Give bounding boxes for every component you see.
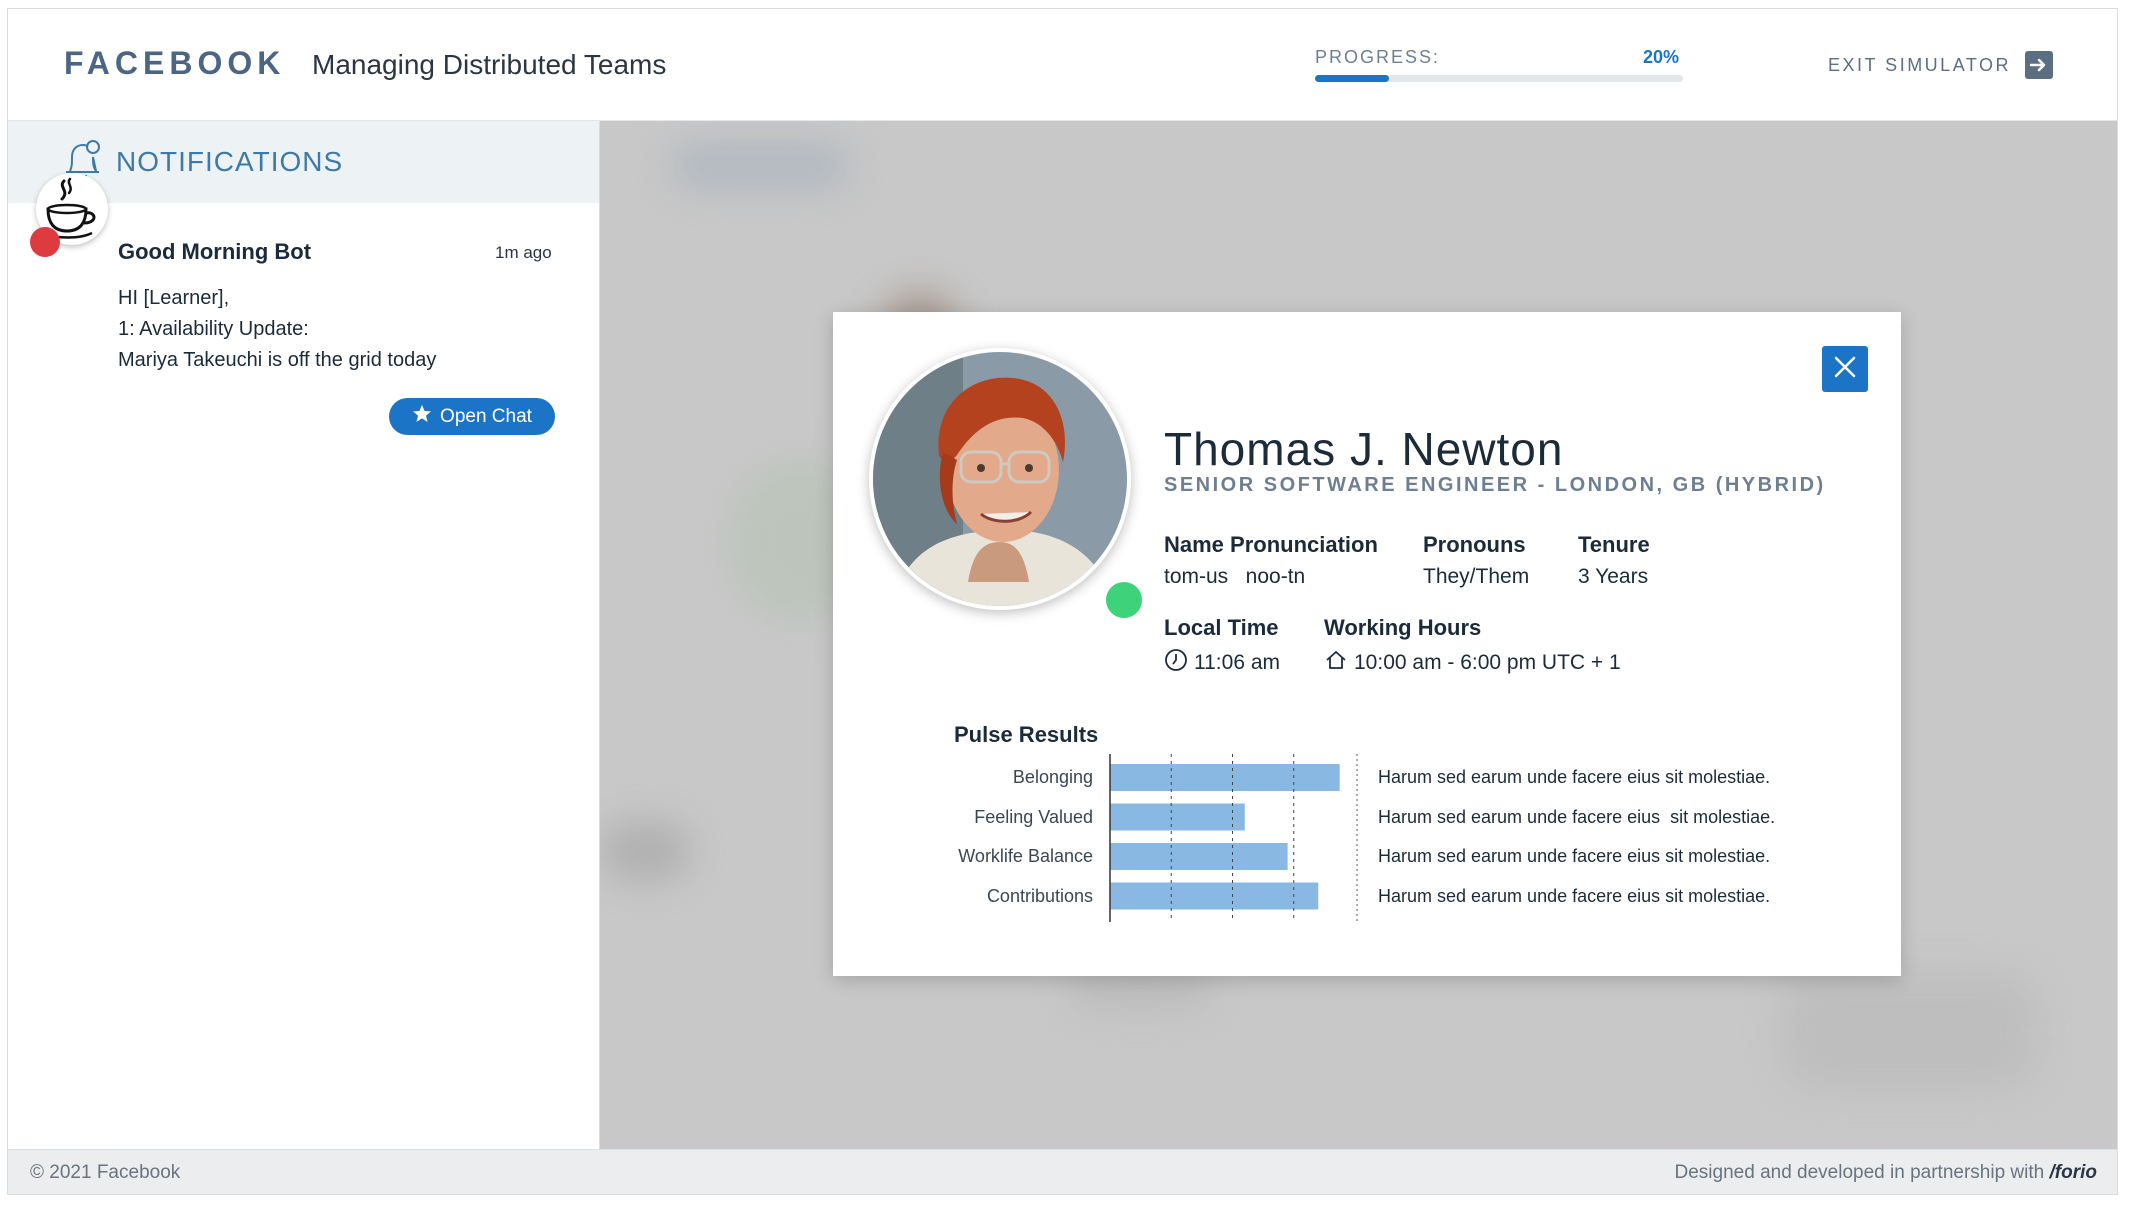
pulse-comment: Harum sed earum unde facere eius sit mol… [1378, 806, 1776, 827]
pulse-bar [1110, 882, 1319, 910]
open-chat-label: Open Chat [440, 405, 532, 427]
open-chat-button[interactable]: Open Chat [389, 398, 555, 435]
notification-line: HI [Learner], [118, 287, 230, 309]
pulse-comment: Harum sed earum unde facere eius sit mol… [1378, 885, 1771, 906]
pulse-comment: Harum sed earum unde facere eius sit mol… [1378, 846, 1771, 866]
exit-simulator-label: EXIT SIMULATOR [1828, 54, 2012, 75]
pulse-bar [1110, 843, 1288, 870]
notification-time: 1m ago [495, 243, 552, 262]
copyright-text: © 2021 Facebook [30, 1162, 181, 1183]
credit-prefix: Designed and developed in partnership wi… [1674, 1162, 2050, 1183]
unread-indicator [30, 227, 60, 257]
pulse-category-label: Worklife Balance [958, 846, 1093, 866]
brand-logo: FACEBOOK [64, 45, 286, 81]
profile-modal: Thomas J. Newton SENIOR SOFTWARE ENGINEE… [833, 312, 1901, 976]
notification-sender: Good Morning Bot [118, 239, 312, 264]
exit-simulator-button[interactable]: EXIT SIMULATOR [1828, 51, 2054, 79]
forio-link[interactable]: /forio [2050, 1162, 2098, 1183]
pulse-category-label: Belonging [1012, 767, 1093, 787]
pulse-bar [1110, 803, 1245, 831]
pulse-category-label: Contributions [986, 885, 1093, 906]
notification-line: Mariya Takeuchi is off the grid today [118, 349, 437, 371]
course-title: Managing Distributed Teams [312, 49, 667, 80]
credit-text: Designed and developed in partnership wi… [1675, 1162, 2097, 1184]
star-icon [412, 404, 432, 430]
exit-arrow-icon [2025, 51, 2054, 79]
notification-line: 1: Availability Update: [118, 318, 309, 340]
pulse-bar [1110, 764, 1340, 791]
top-header: FACEBOOK Managing Distributed Teams PROG… [8, 9, 2117, 121]
app-frame: FACEBOOK Managing Distributed Teams PROG… [7, 8, 2118, 1195]
pulse-category-label: Feeling Valued [974, 806, 1093, 827]
progress-percent: 20% [1643, 47, 1680, 67]
notification-item: Good Morning Bot 1m ago HI [Learner], 1:… [8, 121, 600, 461]
footer: © 2021 Facebook Designed and developed i… [8, 1149, 2117, 1194]
progress-bar [1315, 75, 1683, 82]
notification-message: HI [Learner], 1: Availability Update: Ma… [118, 283, 436, 376]
progress-bar-fill [1315, 75, 1389, 82]
pulse-comment: Harum sed earum unde facere eius sit mol… [1378, 767, 1771, 787]
notifications-sidebar: NOTIFICATIONS Good Morning Bot 1m ago HI… [8, 121, 600, 1149]
pulse-chart-svg [1109, 754, 1358, 922]
progress-label: PROGRESS: [1315, 47, 1441, 67]
